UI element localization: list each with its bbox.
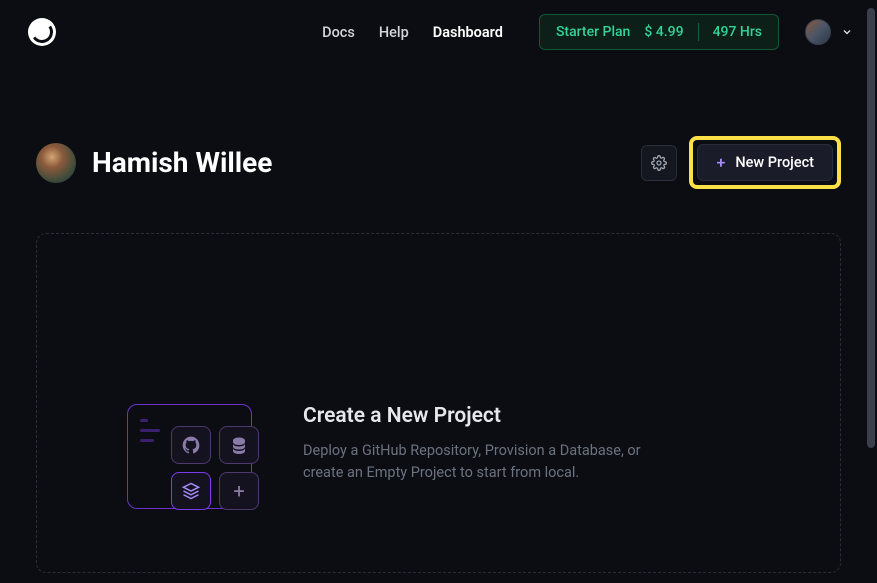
layers-icon	[182, 482, 200, 500]
empty-illustration: +	[127, 404, 267, 519]
github-icon	[181, 435, 201, 455]
app-logo[interactable]	[28, 18, 56, 46]
empty-state-panel: + Create a New Project Deploy a GitHub R…	[36, 233, 841, 573]
main: Hamish Willee + New Project	[0, 64, 877, 573]
user-menu[interactable]	[805, 19, 853, 45]
plus-icon: +	[716, 155, 725, 171]
scrollbar[interactable]	[867, 8, 875, 448]
empty-copy: Create a New Project Deploy a GitHub Rep…	[303, 404, 683, 484]
plan-badge[interactable]: Starter Plan $ 4.99 497 Hrs	[539, 14, 779, 50]
plus-icon: +	[233, 479, 244, 503]
chevron-down-icon	[841, 26, 853, 38]
plan-name: Starter Plan	[556, 24, 630, 40]
settings-button[interactable]	[641, 145, 677, 181]
nav-links: Docs Help Dashboard	[322, 24, 503, 41]
new-project-button[interactable]: + New Project	[697, 144, 833, 181]
plan-hours: 497 Hrs	[713, 24, 762, 40]
topbar: Docs Help Dashboard Starter Plan $ 4.99 …	[0, 0, 877, 64]
database-icon	[230, 436, 248, 454]
header-actions: + New Project	[641, 136, 841, 189]
plan-separator	[698, 23, 699, 41]
user-avatar-large	[36, 143, 76, 183]
nav-docs[interactable]: Docs	[322, 24, 355, 41]
nav-help[interactable]: Help	[379, 24, 409, 41]
nav-dashboard[interactable]: Dashboard	[433, 24, 503, 41]
new-project-highlight: + New Project	[689, 136, 841, 189]
plan-price: $ 4.99	[644, 24, 683, 40]
gear-icon	[651, 155, 667, 171]
avatar	[805, 19, 831, 45]
empty-description: Deploy a GitHub Repository, Provision a …	[303, 440, 683, 484]
new-project-label: New Project	[735, 154, 814, 171]
page-header: Hamish Willee + New Project	[36, 136, 841, 189]
empty-title: Create a New Project	[303, 404, 683, 428]
page-title: Hamish Willee	[92, 146, 272, 179]
